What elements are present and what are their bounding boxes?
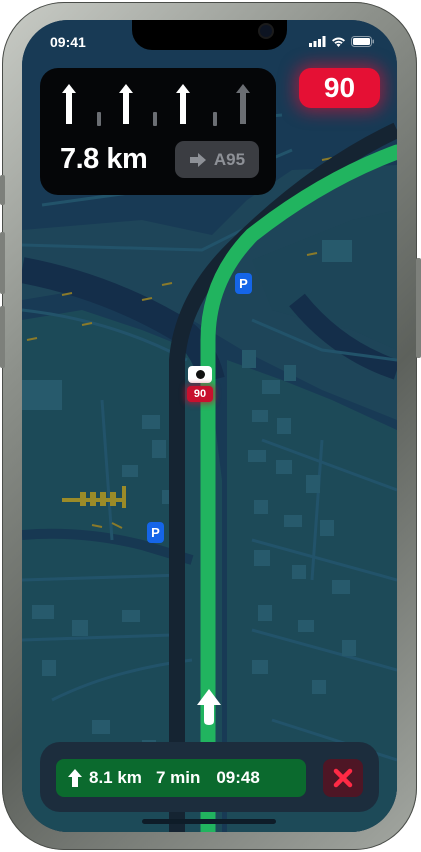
lane-arrow-icon <box>176 84 190 124</box>
status-icons <box>309 36 375 47</box>
lane-guidance-panel[interactable]: 7.8 km A95 <box>40 68 276 195</box>
parking-marker[interactable]: P <box>235 273 252 294</box>
lane-arrow-icon <box>236 84 250 124</box>
screen: P P 90 09:41 7.8 km A95 90 8.1 km 7 min … <box>22 20 397 832</box>
signal-icon <box>309 36 326 47</box>
end-navigation-button[interactable] <box>323 759 363 797</box>
lane-divider <box>213 112 217 126</box>
power-button <box>416 258 421 358</box>
camera-icon <box>188 366 212 383</box>
action-button <box>0 175 5 205</box>
front-camera <box>260 25 272 37</box>
notch <box>132 20 287 50</box>
lane-divider <box>97 112 101 126</box>
lane-arrow-icon <box>119 84 133 124</box>
close-icon <box>333 768 353 788</box>
trip-summary-panel: 8.1 km 7 min 09:48 <box>40 742 379 812</box>
status-time: 09:41 <box>50 34 86 50</box>
current-location-arrow-icon <box>197 689 221 725</box>
speed-limit-badge: 90 <box>299 68 380 108</box>
trip-info-button[interactable]: 8.1 km 7 min 09:48 <box>56 759 306 797</box>
lane-arrows <box>62 84 250 126</box>
wifi-icon <box>332 37 345 47</box>
next-road-label: A95 <box>213 149 246 169</box>
lane-divider <box>153 112 157 126</box>
volume-down-button <box>0 306 5 368</box>
home-indicator[interactable] <box>142 819 276 824</box>
remaining-distance: 8.1 km <box>89 768 142 787</box>
next-road-chip: A95 <box>175 141 259 178</box>
battery-icon <box>351 36 374 47</box>
turn-arrow-icon <box>67 768 83 788</box>
volume-up-button <box>0 232 5 294</box>
arrow-right-icon <box>189 152 206 167</box>
maneuver-distance: 7.8 km <box>60 143 148 175</box>
speed-camera-marker[interactable]: 90 <box>187 366 213 406</box>
remaining-time: 7 min <box>155 768 201 787</box>
lane-arrow-icon <box>62 84 76 124</box>
parking-marker[interactable]: P <box>147 522 164 543</box>
speed-camera-limit: 90 <box>187 386 213 402</box>
arrival-time: 09:48 <box>216 768 260 787</box>
